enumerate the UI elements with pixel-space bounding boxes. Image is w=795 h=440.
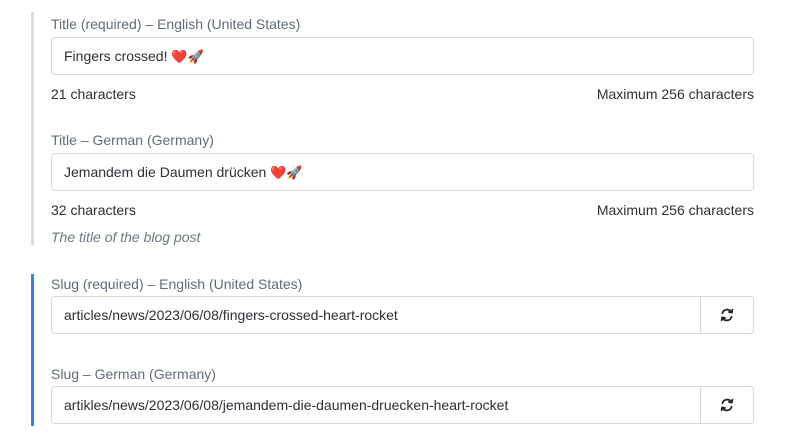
heart-emoji: ❤️ xyxy=(270,164,287,180)
slug-de-regenerate-button[interactable] xyxy=(700,387,753,423)
refresh-icon xyxy=(720,308,734,322)
refresh-icon xyxy=(720,398,734,412)
slug-en-label: Slug (required) – English (United States… xyxy=(51,276,303,292)
slug-de-value: artikles/news/2023/06/08/jemandem-die-da… xyxy=(64,397,509,413)
title-en-meta: 21 characters Maximum 256 characters xyxy=(51,85,754,103)
title-de-meta: 32 characters Maximum 256 characters xyxy=(51,201,754,219)
title-de-label: Title – German (Germany) xyxy=(51,132,214,148)
slug-en-regenerate-button[interactable] xyxy=(700,297,753,333)
title-de-max-chars: Maximum 256 characters xyxy=(596,202,754,218)
title-en-value: Fingers crossed! xyxy=(64,47,172,64)
slug-en-value: articles/news/2023/06/08/fingers-crossed… xyxy=(64,307,398,323)
title-en-label: Title (required) – English (United State… xyxy=(51,16,301,32)
title-de-value: Jemandem die Daumen drücken xyxy=(64,163,271,180)
title-en-max-chars: Maximum 256 characters xyxy=(596,86,754,102)
heart-emoji: ❤️ xyxy=(171,48,188,64)
rocket-emoji: 🚀 xyxy=(286,164,303,180)
title-help-text: The title of the blog post xyxy=(51,229,201,245)
slug-en-input[interactable]: articles/news/2023/06/08/fingers-crossed… xyxy=(51,296,754,334)
rocket-emoji: 🚀 xyxy=(187,48,204,64)
title-field-group: Title (required) – English (United State… xyxy=(31,12,754,245)
title-en-char-count: 21 characters xyxy=(51,86,136,102)
slug-field-group: Slug (required) – English (United States… xyxy=(31,274,754,426)
title-de-char-count: 32 characters xyxy=(51,202,136,218)
title-de-input[interactable]: Jemandem die Daumen drücken ❤️🚀 xyxy=(51,153,754,191)
slug-de-input[interactable]: artikles/news/2023/06/08/jemandem-die-da… xyxy=(51,386,754,424)
slug-de-label: Slug – German (Germany) xyxy=(51,366,216,382)
title-en-input[interactable]: Fingers crossed! ❤️🚀 xyxy=(51,37,754,75)
